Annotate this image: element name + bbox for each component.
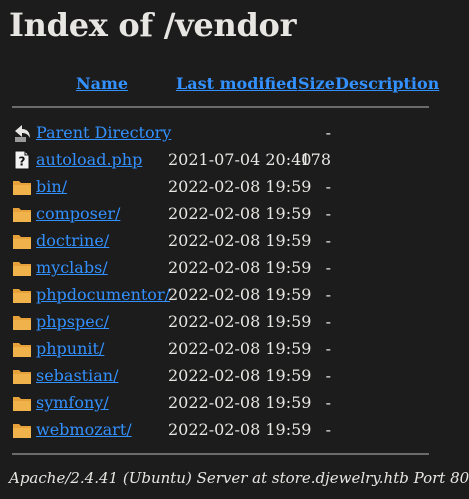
table-row: phpdocumentor/2022-02-08 19:59- xyxy=(0,281,469,308)
column-header-last-modified[interactable]: Last modified xyxy=(176,74,297,93)
server-signature: Apache/2.4.41 (Ubuntu) Server at store.d… xyxy=(9,469,469,487)
entry-size: - xyxy=(325,366,331,385)
entry-size: - xyxy=(325,312,331,331)
folder-icon xyxy=(12,204,32,224)
folder-icon xyxy=(12,177,32,197)
folder-icon xyxy=(12,231,32,251)
column-header-name[interactable]: Name xyxy=(76,74,128,93)
entry-last-modified: 2022-02-08 19:59 xyxy=(168,420,312,439)
entry-link[interactable]: myclabs/ xyxy=(36,258,108,277)
entry-size: - xyxy=(325,231,331,250)
entry-size: - xyxy=(325,204,331,223)
sort-by-size-link[interactable]: Size xyxy=(298,74,335,93)
table-row: symfony/2022-02-08 19:59- xyxy=(0,389,469,416)
table-row: sebastian/2022-02-08 19:59- xyxy=(0,362,469,389)
footer-divider xyxy=(12,453,429,455)
entry-link[interactable]: composer/ xyxy=(36,204,120,223)
column-header-size[interactable]: Size xyxy=(298,74,335,93)
entry-last-modified: 2022-02-08 19:59 xyxy=(168,312,312,331)
sort-by-last-modified-link[interactable]: Last modified xyxy=(176,74,297,93)
entry-size: - xyxy=(325,258,331,277)
folder-icon xyxy=(12,258,32,278)
folder-icon xyxy=(12,312,32,332)
table-row: webmozart/2022-02-08 19:59- xyxy=(0,416,469,443)
folder-icon xyxy=(12,366,32,386)
sort-by-name-link[interactable]: Name xyxy=(76,74,128,93)
entry-link[interactable]: bin/ xyxy=(36,177,67,196)
table-row: phpspec/2022-02-08 19:59- xyxy=(0,308,469,335)
entry-last-modified: 2021-07-04 20:40 xyxy=(168,150,312,169)
back-icon xyxy=(12,123,32,143)
entry-last-modified: 2022-02-08 19:59 xyxy=(168,393,312,412)
page-title: Index of /vendor xyxy=(9,6,297,44)
entry-link[interactable]: sebastian/ xyxy=(36,366,118,385)
entry-last-modified: 2022-02-08 19:59 xyxy=(168,177,312,196)
column-header-description[interactable]: Description xyxy=(335,74,439,93)
svg-text:?: ? xyxy=(19,155,26,169)
header-divider xyxy=(12,106,429,108)
folder-icon xyxy=(12,393,32,413)
entry-size: - xyxy=(325,123,331,142)
unknown-file-icon: ? xyxy=(12,150,32,170)
entry-last-modified: 2022-02-08 19:59 xyxy=(168,285,312,304)
table-row: ? autoload.php 2021-07-04 20:40 178 xyxy=(0,146,469,173)
entry-size: - xyxy=(325,339,331,358)
folder-icon xyxy=(12,339,32,359)
folder-icon xyxy=(12,420,32,440)
entry-link[interactable]: phpdocumentor/ xyxy=(36,285,170,304)
table-row: doctrine/2022-02-08 19:59- xyxy=(0,227,469,254)
entry-last-modified: 2022-02-08 19:59 xyxy=(168,339,312,358)
entry-link[interactable]: symfony/ xyxy=(36,393,109,412)
entry-last-modified: 2022-02-08 19:59 xyxy=(168,231,312,250)
entry-link[interactable]: autoload.php xyxy=(36,150,142,169)
entry-last-modified: 2022-02-08 19:59 xyxy=(168,366,312,385)
entry-link[interactable]: phpspec/ xyxy=(36,312,109,331)
entry-link[interactable]: phpunit/ xyxy=(36,339,104,358)
entry-size: - xyxy=(325,285,331,304)
table-row: Parent Directory - xyxy=(0,119,469,146)
table-row: phpunit/2022-02-08 19:59- xyxy=(0,335,469,362)
table-row: myclabs/2022-02-08 19:59- xyxy=(0,254,469,281)
folder-icon xyxy=(12,285,32,305)
sort-by-description-link[interactable]: Description xyxy=(335,74,439,93)
table-row: composer/2022-02-08 19:59- xyxy=(0,200,469,227)
entry-size: 178 xyxy=(300,150,331,169)
entry-size: - xyxy=(325,420,331,439)
entry-link[interactable]: Parent Directory xyxy=(36,123,171,142)
entry-last-modified: 2022-02-08 19:59 xyxy=(168,258,312,277)
entry-last-modified: 2022-02-08 19:59 xyxy=(168,204,312,223)
entry-link[interactable]: doctrine/ xyxy=(36,231,109,250)
entry-link[interactable]: webmozart/ xyxy=(36,420,132,439)
entry-size: - xyxy=(325,393,331,412)
table-row: bin/2022-02-08 19:59- xyxy=(0,173,469,200)
entry-size: - xyxy=(325,177,331,196)
